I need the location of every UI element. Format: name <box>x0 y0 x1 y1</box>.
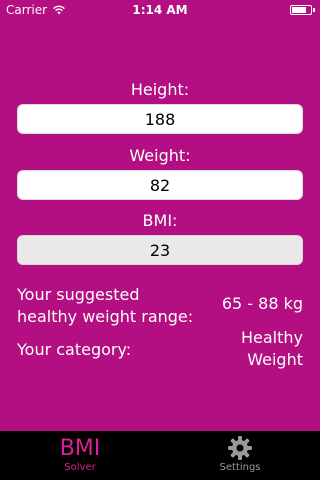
category-value-line2: Weight <box>247 350 303 369</box>
battery-tip <box>313 8 315 12</box>
weight-label: Weight: <box>129 146 191 165</box>
gear-icon <box>228 436 252 460</box>
suggested-range-label-line1: Your suggested <box>17 285 140 304</box>
bmi-label: BMI: <box>142 211 178 230</box>
status-bar: Carrier 1:14 AM <box>0 0 320 20</box>
tab-solver[interactable]: BMI Solver <box>0 431 160 480</box>
category-value: Healthy Weight <box>241 327 303 371</box>
height-label: Height: <box>130 80 190 99</box>
tab-solver-label: Solver <box>64 462 96 473</box>
bmi-tab-icon: BMI <box>59 436 101 461</box>
suggested-range-label-line2: healthy weight range: <box>17 307 194 326</box>
height-input[interactable]: 188 <box>17 104 303 134</box>
tab-bar: BMI Solver Settings <box>0 431 320 480</box>
battery-level <box>292 7 306 13</box>
category-label: Your category: <box>17 340 132 359</box>
suggested-range-label: Your suggested healthy weight range: <box>17 284 193 328</box>
category-value-line1: Healthy <box>240 328 303 347</box>
weight-input[interactable]: 82 <box>17 170 303 200</box>
battery-icon <box>290 5 315 15</box>
tab-settings[interactable]: Settings <box>160 431 320 480</box>
tab-settings-label: Settings <box>219 462 261 473</box>
suggested-range-value: 65 - 88 kg <box>221 294 303 313</box>
clock: 1:14 AM <box>132 3 188 17</box>
bmi-result-field: 23 <box>17 235 303 265</box>
